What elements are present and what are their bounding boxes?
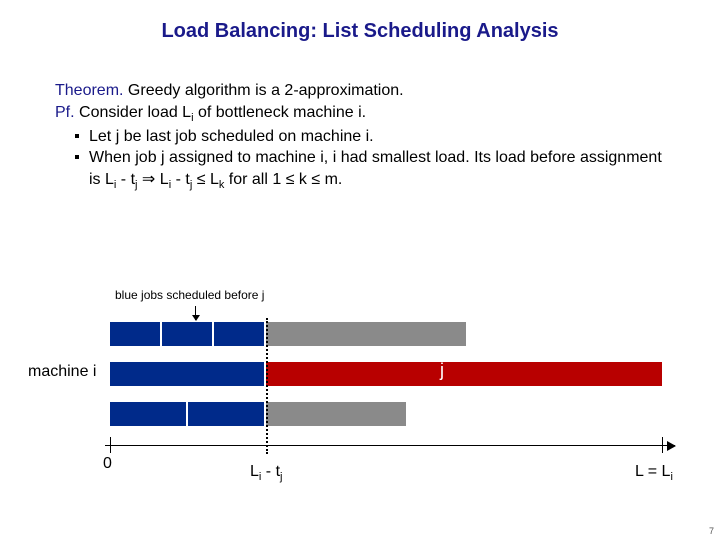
theorem-line: Theorem. Greedy algorithm is a 2-approxi… [55,80,670,102]
caption-blue-jobs: blue jobs scheduled before j [115,288,264,302]
b2-le: ≤ L [192,171,219,188]
axis-mid-sub2: j [280,471,282,483]
bullet-2: When job j assigned to machine i, i had … [75,147,670,193]
machine-i-label: machine i [28,363,96,381]
page-title: Load Balancing: List Scheduling Analysis [0,20,720,43]
b2-minus: - t [116,171,135,188]
proof-label: Pf. [55,104,75,121]
job-segment [214,322,264,346]
dashed-divider [266,318,268,454]
b2-implies: ⇒ L [137,171,168,188]
bullet-1: Let j be last job scheduled on machine i… [75,126,670,148]
job-segment [162,322,212,346]
slide: Load Balancing: List Scheduling Analysis… [0,0,720,540]
axis-mid-b: - t [261,463,280,480]
job-segment [110,402,186,426]
axis-right-sub: i [670,471,672,483]
schedule-chart: j [110,322,670,452]
axis-label-zero: 0 [103,455,112,473]
b2-forall: for all 1 ≤ k ≤ m. [224,171,342,188]
job-segment [110,322,160,346]
job-j-segment [266,362,662,386]
b2-minus2: - t [171,171,190,188]
proof-text-b: of bottleneck machine i. [194,104,367,121]
proof-text-a: Consider load L [75,104,192,121]
caption-arrow-icon [195,306,196,320]
job-segment [266,322,466,346]
job-segment [266,402,406,426]
theorem-text: Greedy algorithm is a 2-approximation. [123,82,403,99]
theorem-label: Theorem. [55,82,123,99]
body-text: Theorem. Greedy algorithm is a 2-approxi… [55,80,670,193]
axis-mid-a: L [250,463,259,480]
proof-line: Pf. Consider load Li of bottleneck machi… [55,102,670,126]
job-segment [110,362,264,386]
job-segment [188,402,264,426]
axis-label-mid: Li - tj [250,463,282,483]
axis-right-a: L = L [635,463,670,480]
job-j-label: j [440,360,444,381]
page-number: 7 [709,526,714,536]
x-axis [105,445,675,446]
axis-label-right: L = Li [635,463,673,483]
